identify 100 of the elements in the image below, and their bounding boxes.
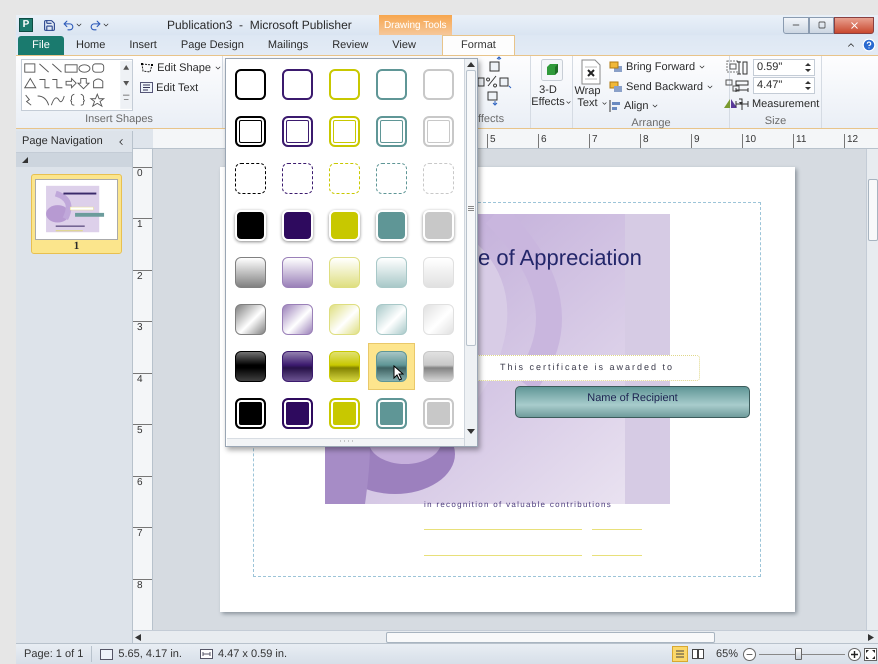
plus-icon bbox=[850, 650, 859, 658]
lines-icon bbox=[674, 649, 685, 659]
ribbon-tab[interactable]: Review bbox=[320, 36, 380, 55]
close-button[interactable] bbox=[834, 16, 874, 34]
ruler-number: 6 bbox=[133, 476, 152, 528]
pane-title: Page Navigation bbox=[22, 134, 103, 150]
ruler-number: 0 bbox=[133, 167, 152, 218]
ungroup-icon[interactable] bbox=[725, 78, 742, 93]
dropdown-icon[interactable] bbox=[102, 21, 110, 29]
group-icon[interactable] bbox=[725, 59, 742, 74]
ribbon-tab[interactable]: Home bbox=[64, 36, 118, 55]
position-icon bbox=[100, 648, 114, 660]
ribbon-tab[interactable]: Insert bbox=[117, 36, 169, 55]
help-icon[interactable] bbox=[862, 38, 876, 52]
ruler-number: 9 bbox=[691, 134, 742, 148]
rotate-icon[interactable] bbox=[722, 97, 744, 109]
align-button[interactable]: Align bbox=[609, 98, 714, 114]
scroll-down-icon[interactable] bbox=[467, 429, 475, 434]
width-field[interactable]: 4.47" bbox=[753, 77, 815, 94]
dropdown-icon[interactable] bbox=[75, 21, 83, 29]
spinner-icon[interactable] bbox=[805, 62, 811, 73]
button-label: Wrap Text bbox=[574, 85, 601, 109]
scroll-up-icon[interactable] bbox=[467, 62, 475, 67]
selected-shape[interactable]: Name of Recipient bbox=[515, 386, 750, 418]
measurement-button[interactable]: Measurement bbox=[735, 96, 821, 112]
height-icon bbox=[735, 60, 749, 74]
ribbon-tab[interactable]: View bbox=[380, 36, 428, 55]
ruler-number: 7 bbox=[133, 527, 152, 578]
fit-page-button[interactable] bbox=[864, 648, 877, 660]
restore-icon bbox=[818, 21, 826, 29]
ribbon-tab[interactable]: Mailings bbox=[256, 36, 320, 55]
size-icon bbox=[200, 649, 213, 659]
ruler-number: 8 bbox=[640, 134, 691, 148]
two-page-view-button[interactable] bbox=[690, 646, 706, 662]
scroll-left-icon[interactable] bbox=[135, 634, 141, 640]
group-label: Insert Shapes bbox=[84, 112, 154, 127]
ruler-number: 10 bbox=[742, 134, 793, 148]
scroll-right-icon[interactable] bbox=[868, 634, 874, 640]
edit-points-icon bbox=[140, 62, 154, 74]
date-line bbox=[592, 529, 642, 530]
3d-effects-button[interactable]: 3-D Effects bbox=[531, 59, 572, 108]
window-title: Publication3 - Microsoft Publisher bbox=[167, 17, 352, 34]
gallery-scrollbar[interactable] bbox=[464, 59, 477, 446]
certificate-title: e of Appreciation bbox=[478, 244, 642, 272]
ruler-number: 4 bbox=[133, 372, 152, 424]
group-label: ffects bbox=[478, 112, 506, 126]
ruler-number: 2 bbox=[133, 270, 152, 322]
style-option[interactable] bbox=[368, 343, 415, 390]
button-label: 3-D Effects bbox=[531, 84, 565, 108]
wrap-text-icon bbox=[581, 59, 601, 85]
edit-text-button[interactable]: Edit Text bbox=[140, 80, 222, 96]
cube-icon bbox=[540, 59, 562, 81]
two-pages-icon bbox=[692, 649, 704, 659]
close-icon bbox=[848, 20, 860, 30]
spinner-icon[interactable] bbox=[805, 80, 811, 91]
measurement-icon bbox=[735, 98, 749, 111]
contextual-tab-label: Drawing Tools bbox=[378, 15, 452, 35]
group-label: Size bbox=[764, 114, 788, 128]
minimize-button[interactable] bbox=[783, 16, 809, 34]
app-icon: P bbox=[19, 18, 33, 32]
zoom-level: 65% bbox=[716, 646, 738, 662]
size-status: 4.47 x 0.59 in. bbox=[218, 646, 288, 662]
ruler-number: 5 bbox=[133, 424, 152, 476]
text-box-icon bbox=[140, 82, 154, 94]
edit-shape-button[interactable]: Edit Shape bbox=[140, 60, 222, 76]
send-backward-icon bbox=[609, 80, 623, 93]
undo-icon[interactable] bbox=[62, 18, 75, 32]
fit-page-icon bbox=[866, 650, 875, 658]
zoom-slider-thumb[interactable] bbox=[794, 648, 802, 660]
restore-button[interactable] bbox=[809, 16, 834, 34]
height-field[interactable]: 0.59" bbox=[753, 59, 815, 76]
redo-icon[interactable] bbox=[89, 18, 102, 32]
vertical-scrollbar[interactable] bbox=[866, 149, 878, 630]
cursor-icon bbox=[393, 365, 404, 381]
section-collapse-icon[interactable] bbox=[22, 157, 28, 163]
horizontal-scrollbar[interactable] bbox=[133, 630, 878, 643]
zoom-out-button[interactable] bbox=[743, 648, 756, 660]
grip-icon bbox=[468, 206, 474, 210]
zoom-slider[interactable] bbox=[759, 648, 845, 660]
save-icon[interactable] bbox=[43, 18, 56, 32]
wrap-text-button[interactable]: Wrap Text bbox=[576, 59, 606, 114]
file-tab[interactable]: File bbox=[18, 36, 64, 55]
ruler-number: 11 bbox=[793, 134, 844, 148]
send-backward-button[interactable]: Send Backward bbox=[609, 78, 714, 95]
ribbon-tab[interactable]: Page Design bbox=[168, 36, 256, 55]
single-page-view-button[interactable] bbox=[672, 646, 688, 662]
width-icon bbox=[735, 78, 749, 92]
caret-icon bbox=[600, 100, 608, 107]
page-thumbnail[interactable]: 1 bbox=[31, 174, 122, 254]
recognition-text: in recognition of valuable contributions bbox=[424, 499, 612, 511]
ribbon-tab[interactable]: Format bbox=[442, 35, 515, 55]
bring-forward-button[interactable]: Bring Forward bbox=[609, 59, 714, 76]
zoom-in-button[interactable] bbox=[848, 648, 861, 660]
shapes-gallery-drawing[interactable] bbox=[21, 59, 134, 111]
page-status[interactable]: Page: 1 of 1 bbox=[16, 646, 92, 662]
position-status: 5.65, 4.17 in. bbox=[118, 646, 182, 662]
ruler-number: 12 bbox=[844, 134, 878, 148]
date-line bbox=[592, 555, 642, 556]
bring-forward-icon bbox=[609, 61, 623, 74]
ruler-number: 1 bbox=[133, 218, 152, 270]
